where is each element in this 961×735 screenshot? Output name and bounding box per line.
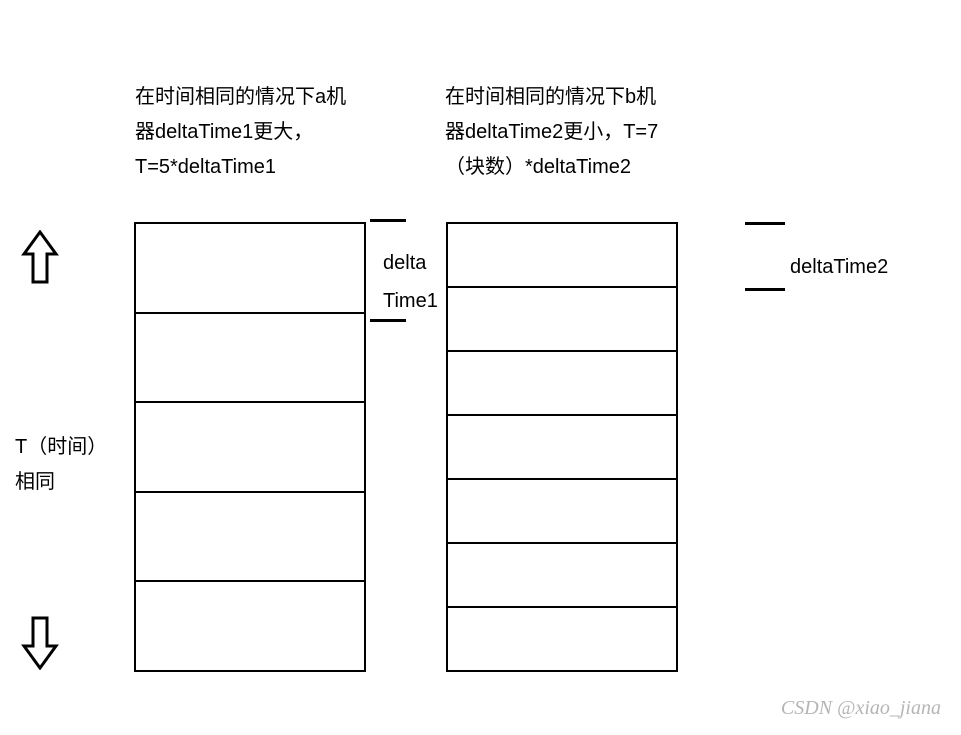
stack-b-segment	[448, 416, 676, 480]
delta-time-1-label-line1: delta	[383, 252, 426, 275]
tick-mark	[370, 319, 406, 322]
stack-b-segment	[448, 608, 676, 670]
tick-mark	[745, 288, 785, 291]
stack-b-segment	[448, 544, 676, 608]
tick-mark	[370, 219, 406, 222]
time-label-line1: T（时间）	[15, 430, 107, 459]
arrow-down-icon	[20, 615, 60, 670]
delta-time-1-label-line2: Time1	[383, 290, 438, 313]
stack-machine-b	[446, 222, 678, 672]
arrow-up-icon	[20, 230, 60, 285]
stack-b-segment	[448, 224, 676, 288]
stack-b-segment	[448, 288, 676, 352]
stack-a-segment	[136, 224, 364, 314]
watermark: CSDN @xiao_jiana	[781, 697, 941, 720]
stack-a-segment	[136, 314, 364, 404]
stack-a-segment	[136, 403, 364, 493]
stack-b-segment	[448, 480, 676, 544]
caption-machine-b: 在时间相同的情况下b机器deltaTime2更小，T=7（块数）*deltaTi…	[445, 80, 675, 185]
stack-machine-a	[134, 222, 366, 672]
tick-mark	[745, 222, 785, 225]
stack-a-segment	[136, 493, 364, 583]
stack-a-segment	[136, 582, 364, 670]
caption-machine-a: 在时间相同的情况下a机器deltaTime1更大，T=5*deltaTime1	[135, 80, 350, 185]
delta-time-2-label: deltaTime2	[790, 256, 888, 279]
time-label-line2: 相同	[15, 465, 55, 494]
stack-b-segment	[448, 352, 676, 416]
